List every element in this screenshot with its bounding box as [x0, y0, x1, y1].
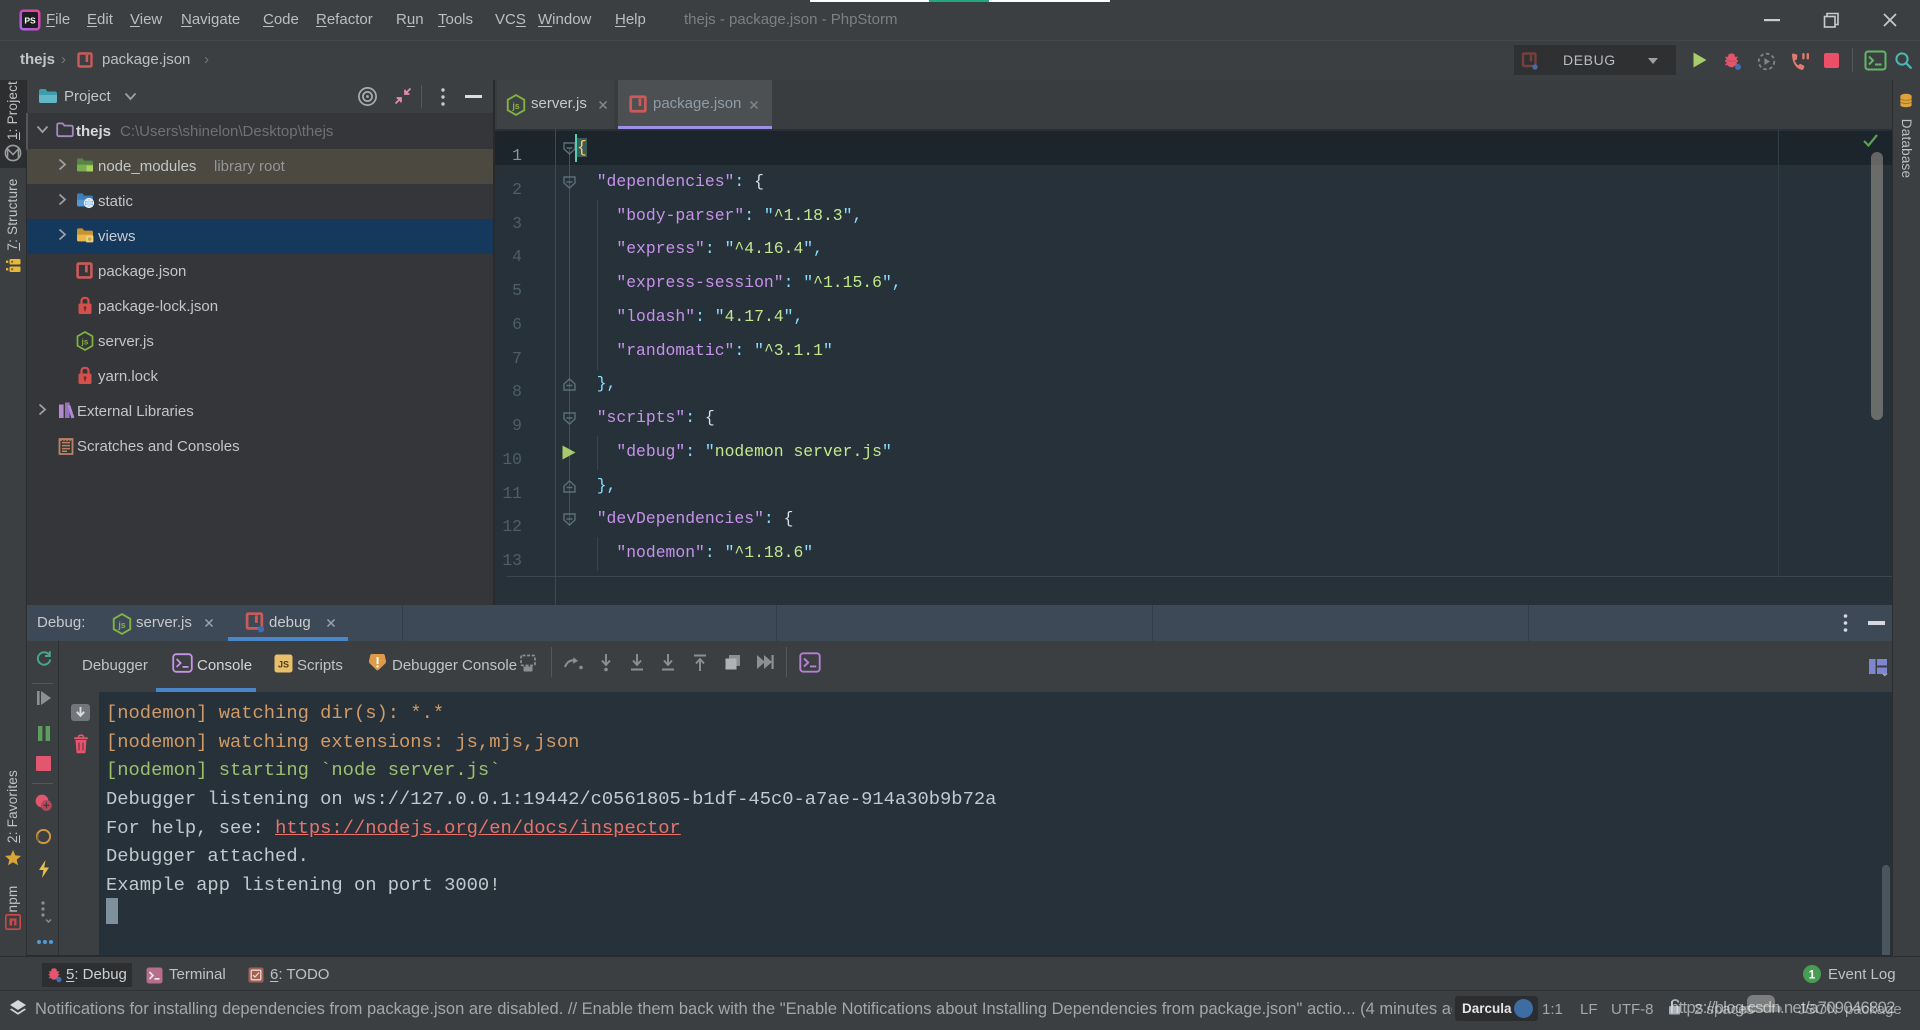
svg-text:JS: JS	[278, 660, 289, 670]
svg-text:js: js	[117, 620, 125, 630]
svg-text:PS: PS	[24, 16, 36, 26]
svg-text:1: 1	[1809, 967, 1816, 981]
svg-text:js: js	[511, 101, 519, 111]
svg-text:js: js	[81, 338, 89, 347]
